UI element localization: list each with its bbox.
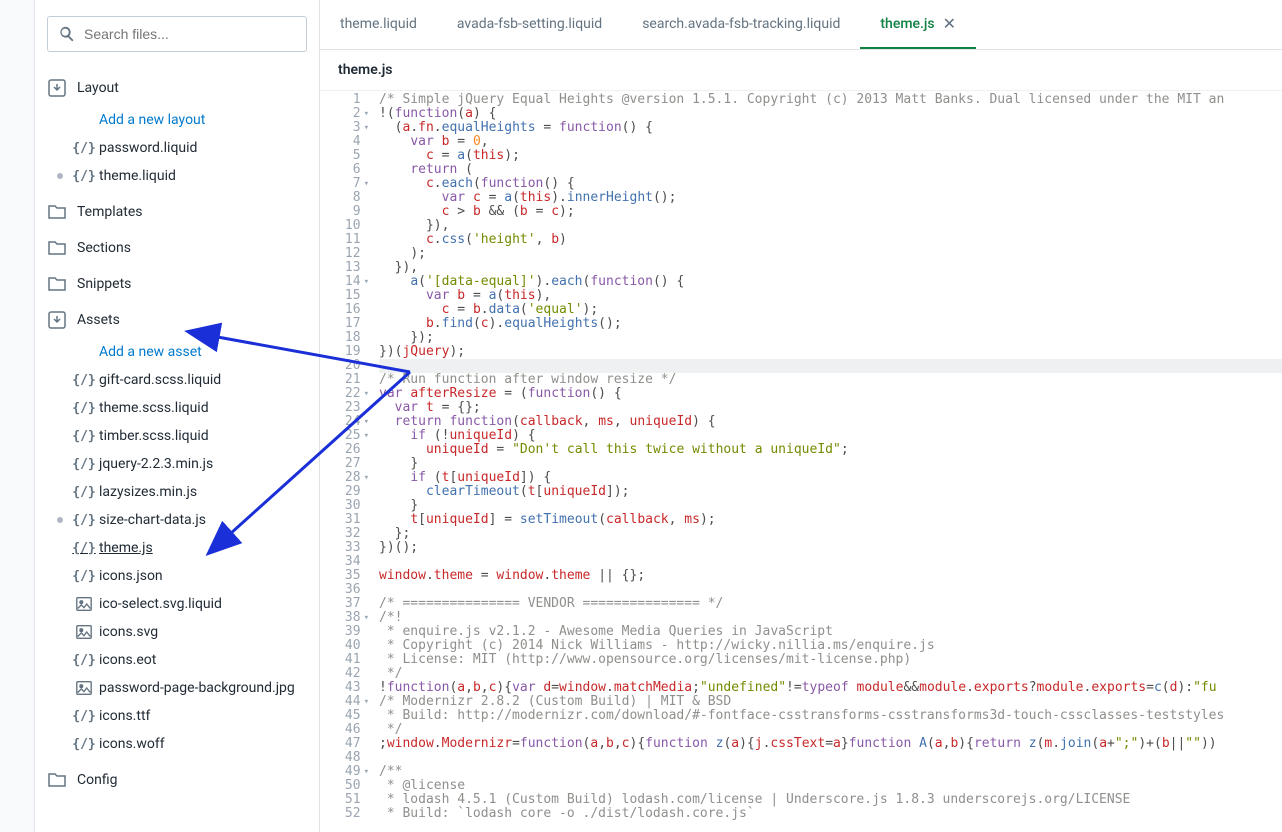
- code-file-icon: {/}: [73, 567, 95, 585]
- file-label: ico-select.svg.liquid: [99, 596, 222, 612]
- modified-dot-icon: [57, 173, 63, 179]
- file-label: icons.woff: [99, 736, 165, 752]
- file-label: jquery-2.2.3.min.js: [99, 456, 213, 472]
- code-file-icon: {/}: [73, 399, 95, 417]
- file-item[interactable]: {/}icons.ttf: [51, 702, 307, 730]
- code-file-icon: {/}: [73, 371, 95, 389]
- file-label: password.liquid: [99, 140, 197, 156]
- modified-dot-icon: [57, 517, 63, 523]
- code-file-icon: {/}: [73, 483, 95, 501]
- file-item[interactable]: {/}lazysizes.min.js: [51, 478, 307, 506]
- code-file-icon: {/}: [73, 455, 95, 473]
- folder-sections[interactable]: Sections: [47, 230, 307, 266]
- tab[interactable]: avada-fsb-setting.liquid: [437, 0, 622, 49]
- tab-label: theme.js: [880, 16, 934, 32]
- search-input[interactable]: [84, 26, 296, 42]
- tab-label: theme.liquid: [340, 16, 417, 32]
- file-label: theme.liquid: [99, 168, 176, 184]
- file-label: icons.json: [99, 568, 163, 584]
- code-file-icon: {/}: [73, 511, 95, 529]
- file-item[interactable]: icons.svg: [51, 618, 307, 646]
- breadcrumb: theme.js: [320, 50, 1282, 91]
- file-item[interactable]: {/}icons.woff: [51, 730, 307, 758]
- folder-assets[interactable]: Assets: [47, 302, 307, 338]
- close-icon[interactable]: ✕: [943, 14, 956, 33]
- file-label: Add a new asset: [99, 344, 202, 360]
- file-item[interactable]: ico-select.svg.liquid: [51, 590, 307, 618]
- tab-label: avada-fsb-setting.liquid: [457, 16, 602, 32]
- code-file-icon: {/}: [73, 707, 95, 725]
- file-item[interactable]: {/}size-chart-data.js: [51, 506, 307, 534]
- file-item[interactable]: {/}password.liquid: [51, 134, 307, 162]
- tabs: theme.liquid avada-fsb-setting.liquid sear…: [320, 0, 1282, 50]
- image-file-icon: [73, 623, 95, 641]
- code-file-icon: {/}: [73, 735, 95, 753]
- main-panel: theme.liquid avada-fsb-setting.liquid sear…: [320, 0, 1282, 832]
- file-item[interactable]: {/}jquery-2.2.3.min.js: [51, 450, 307, 478]
- file-item[interactable]: {/}icons.json: [51, 562, 307, 590]
- code-file-icon: {/}: [73, 539, 95, 557]
- gutter: 1 2▾3▾4 5 6 7▾8 9 10 11 12 13 14▾15 16 1…: [320, 91, 375, 832]
- code-body[interactable]: /* Simple jQuery Equal Heights @version …: [375, 91, 1282, 832]
- file-label: lazysizes.min.js: [99, 484, 197, 500]
- file-item[interactable]: {/}icons.eot: [51, 646, 307, 674]
- code-editor[interactable]: 1 2▾3▾4 5 6 7▾8 9 10 11 12 13 14▾15 16 1…: [320, 91, 1282, 832]
- file-label: Add a new layout: [99, 112, 205, 128]
- file-item[interactable]: Add a new asset: [51, 338, 307, 366]
- tab[interactable]: search.avada-fsb-tracking.liquid: [622, 0, 860, 49]
- search-box[interactable]: [47, 16, 307, 52]
- code-file-icon: {/}: [73, 139, 95, 157]
- file-label: password-page-background.jpg: [99, 680, 295, 696]
- file-item[interactable]: {/} theme.js: [51, 534, 307, 562]
- file-label: size-chart-data.js: [99, 512, 206, 528]
- tab[interactable]: theme.liquid: [320, 0, 437, 49]
- left-rail: [0, 0, 35, 832]
- folder-config[interactable]: Config: [47, 762, 307, 798]
- code-file-icon: {/}: [73, 651, 95, 669]
- code-file-icon: {/}: [73, 427, 95, 445]
- tab[interactable]: theme.js ✕: [860, 0, 976, 49]
- search-icon: [58, 25, 76, 43]
- folder-templates[interactable]: Templates: [47, 194, 307, 230]
- image-file-icon: [73, 679, 95, 697]
- file-item[interactable]: {/}gift-card.scss.liquid: [51, 366, 307, 394]
- tab-label: search.avada-fsb-tracking.liquid: [642, 16, 840, 32]
- file-label: theme.js: [99, 540, 153, 556]
- image-file-icon: [73, 595, 95, 613]
- file-label: theme.scss.liquid: [99, 400, 209, 416]
- file-label: gift-card.scss.liquid: [99, 372, 221, 388]
- code-file-icon: {/}: [73, 167, 95, 185]
- file-label: timber.scss.liquid: [99, 428, 209, 444]
- file-item[interactable]: {/}theme.scss.liquid: [51, 394, 307, 422]
- file-item[interactable]: password-page-background.jpg: [51, 674, 307, 702]
- folder-layout[interactable]: Layout: [47, 70, 307, 106]
- file-label: icons.svg: [99, 624, 158, 640]
- file-item[interactable]: Add a new layout: [51, 106, 307, 134]
- file-item[interactable]: {/}timber.scss.liquid: [51, 422, 307, 450]
- file-item[interactable]: {/}theme.liquid: [51, 162, 307, 190]
- folder-snippets[interactable]: Snippets: [47, 266, 307, 302]
- file-label: icons.ttf: [99, 708, 150, 724]
- file-label: icons.eot: [99, 652, 156, 668]
- sidebar: LayoutAdd a new layout{/}password.liquid…: [35, 0, 320, 832]
